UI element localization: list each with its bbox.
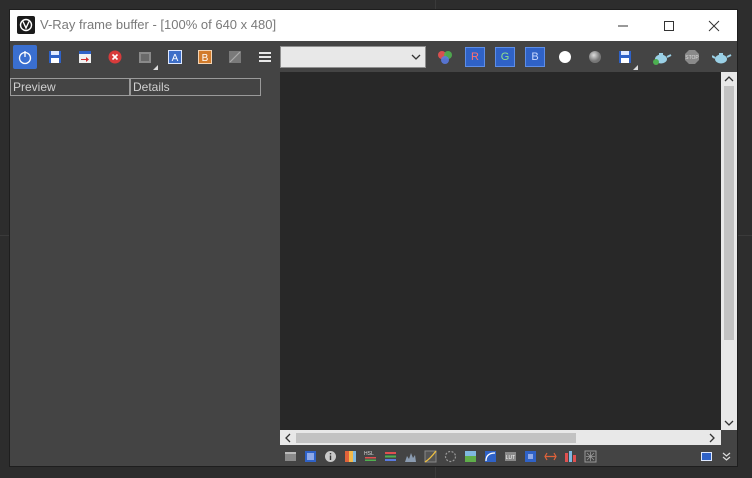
lens-effects-icon[interactable] xyxy=(544,450,557,463)
panel-icon[interactable] xyxy=(284,450,297,463)
hsl-icon[interactable]: HSL xyxy=(364,450,377,463)
exposure-icon[interactable] xyxy=(444,450,457,463)
svg-text:A: A xyxy=(172,53,179,64)
vray-logo-icon xyxy=(17,16,35,34)
save-all-button[interactable] xyxy=(613,45,638,70)
a-icon: A xyxy=(168,50,182,64)
clear-image-button[interactable] xyxy=(103,45,127,69)
vfb-window: V-Ray frame buffer - [100% of 640 x 480]… xyxy=(10,10,737,466)
b-icon: B xyxy=(198,50,212,64)
load-image-button[interactable] xyxy=(73,45,97,69)
load-icon xyxy=(79,51,91,63)
levels-icon[interactable] xyxy=(384,450,397,463)
bottom-toolbar: HSL LUT xyxy=(280,446,737,466)
chevron-up-icon[interactable] xyxy=(724,74,734,84)
compare-split-button[interactable] xyxy=(223,45,247,69)
vertical-scroll-thumb[interactable] xyxy=(724,86,734,340)
title-bar[interactable]: V-Ray frame buffer - [100% of 640 x 480] xyxy=(10,10,737,41)
svg-text:HSL: HSL xyxy=(364,451,374,457)
green-channel-button[interactable]: G xyxy=(493,45,517,69)
render-interactive-button[interactable] xyxy=(650,45,674,69)
maximize-button[interactable] xyxy=(646,10,692,41)
power-icon xyxy=(18,51,32,65)
info-icon[interactable] xyxy=(324,450,337,463)
chevron-down-icon[interactable] xyxy=(724,418,734,428)
close-icon xyxy=(708,20,720,31)
minimize-icon xyxy=(618,25,628,26)
save-icon xyxy=(49,51,61,63)
stop-icon: STOP xyxy=(685,50,699,64)
horizontal-scrollbar[interactable] xyxy=(280,430,721,445)
left-panel: Preview Details xyxy=(10,72,279,466)
split-icon xyxy=(229,51,241,63)
maximize-icon xyxy=(664,20,674,31)
minimize-button[interactable] xyxy=(600,10,646,41)
svg-text:LUT: LUT xyxy=(506,455,515,461)
red-channel-button[interactable]: R xyxy=(463,45,487,69)
expand-icon[interactable] xyxy=(720,450,733,463)
lightmix-icon[interactable] xyxy=(584,450,597,463)
menu-icon xyxy=(259,52,271,62)
blue-channel-label: B xyxy=(525,47,545,67)
svg-text:STOP: STOP xyxy=(685,55,699,61)
teapot-icon xyxy=(712,53,732,64)
tab-preview[interactable]: Preview xyxy=(10,78,130,96)
vertical-scrollbar[interactable] xyxy=(721,72,737,430)
history-button[interactable] xyxy=(133,45,158,70)
rgb-channels-button[interactable] xyxy=(433,45,457,69)
chevron-right-icon[interactable] xyxy=(707,433,717,443)
power-toggle-button[interactable] xyxy=(13,45,37,69)
blue-channel-button[interactable]: B xyxy=(523,45,547,69)
white-dot-button[interactable] xyxy=(553,45,577,69)
color-corrections-icon[interactable] xyxy=(344,450,357,463)
history-icon xyxy=(139,52,151,63)
toolbar: A B R G B STOP xyxy=(10,41,737,72)
white-circle-icon xyxy=(559,51,571,63)
chevron-down-icon xyxy=(411,54,421,60)
gray-dot-button[interactable] xyxy=(583,45,607,69)
lens-icon[interactable] xyxy=(484,450,497,463)
save-icon xyxy=(619,51,631,63)
background-icon[interactable] xyxy=(464,450,477,463)
ocio-icon[interactable] xyxy=(524,450,537,463)
red-channel-label: R xyxy=(465,47,485,67)
close-button[interactable] xyxy=(691,10,737,41)
rgb-circles-icon xyxy=(438,51,452,64)
save-image-button[interactable] xyxy=(43,45,67,69)
stereo-icon[interactable] xyxy=(564,450,577,463)
tab-details[interactable]: Details xyxy=(130,78,261,96)
lut-icon[interactable]: LUT xyxy=(504,450,517,463)
horizontal-scroll-thumb[interactable] xyxy=(296,433,576,443)
menu-button[interactable] xyxy=(253,45,277,69)
region-icon[interactable] xyxy=(700,450,713,463)
histogram-icon[interactable] xyxy=(404,450,417,463)
compare-a-button[interactable]: A xyxy=(163,45,187,69)
window-title: V-Ray frame buffer - [100% of 640 x 480] xyxy=(40,17,277,32)
channel-select[interactable] xyxy=(280,46,426,68)
svg-text:B: B xyxy=(202,53,209,64)
clear-icon xyxy=(108,50,122,64)
chevron-left-icon[interactable] xyxy=(283,433,293,443)
stop-render-button[interactable]: STOP xyxy=(680,45,704,69)
compare-b-button[interactable]: B xyxy=(193,45,217,69)
teapot-icon xyxy=(653,53,672,65)
render-viewport[interactable] xyxy=(280,72,721,430)
curves-icon[interactable] xyxy=(424,450,437,463)
gray-circle-icon xyxy=(589,51,601,63)
green-channel-label: G xyxy=(495,47,515,67)
layers-icon[interactable] xyxy=(304,450,317,463)
render-button[interactable] xyxy=(710,45,734,69)
